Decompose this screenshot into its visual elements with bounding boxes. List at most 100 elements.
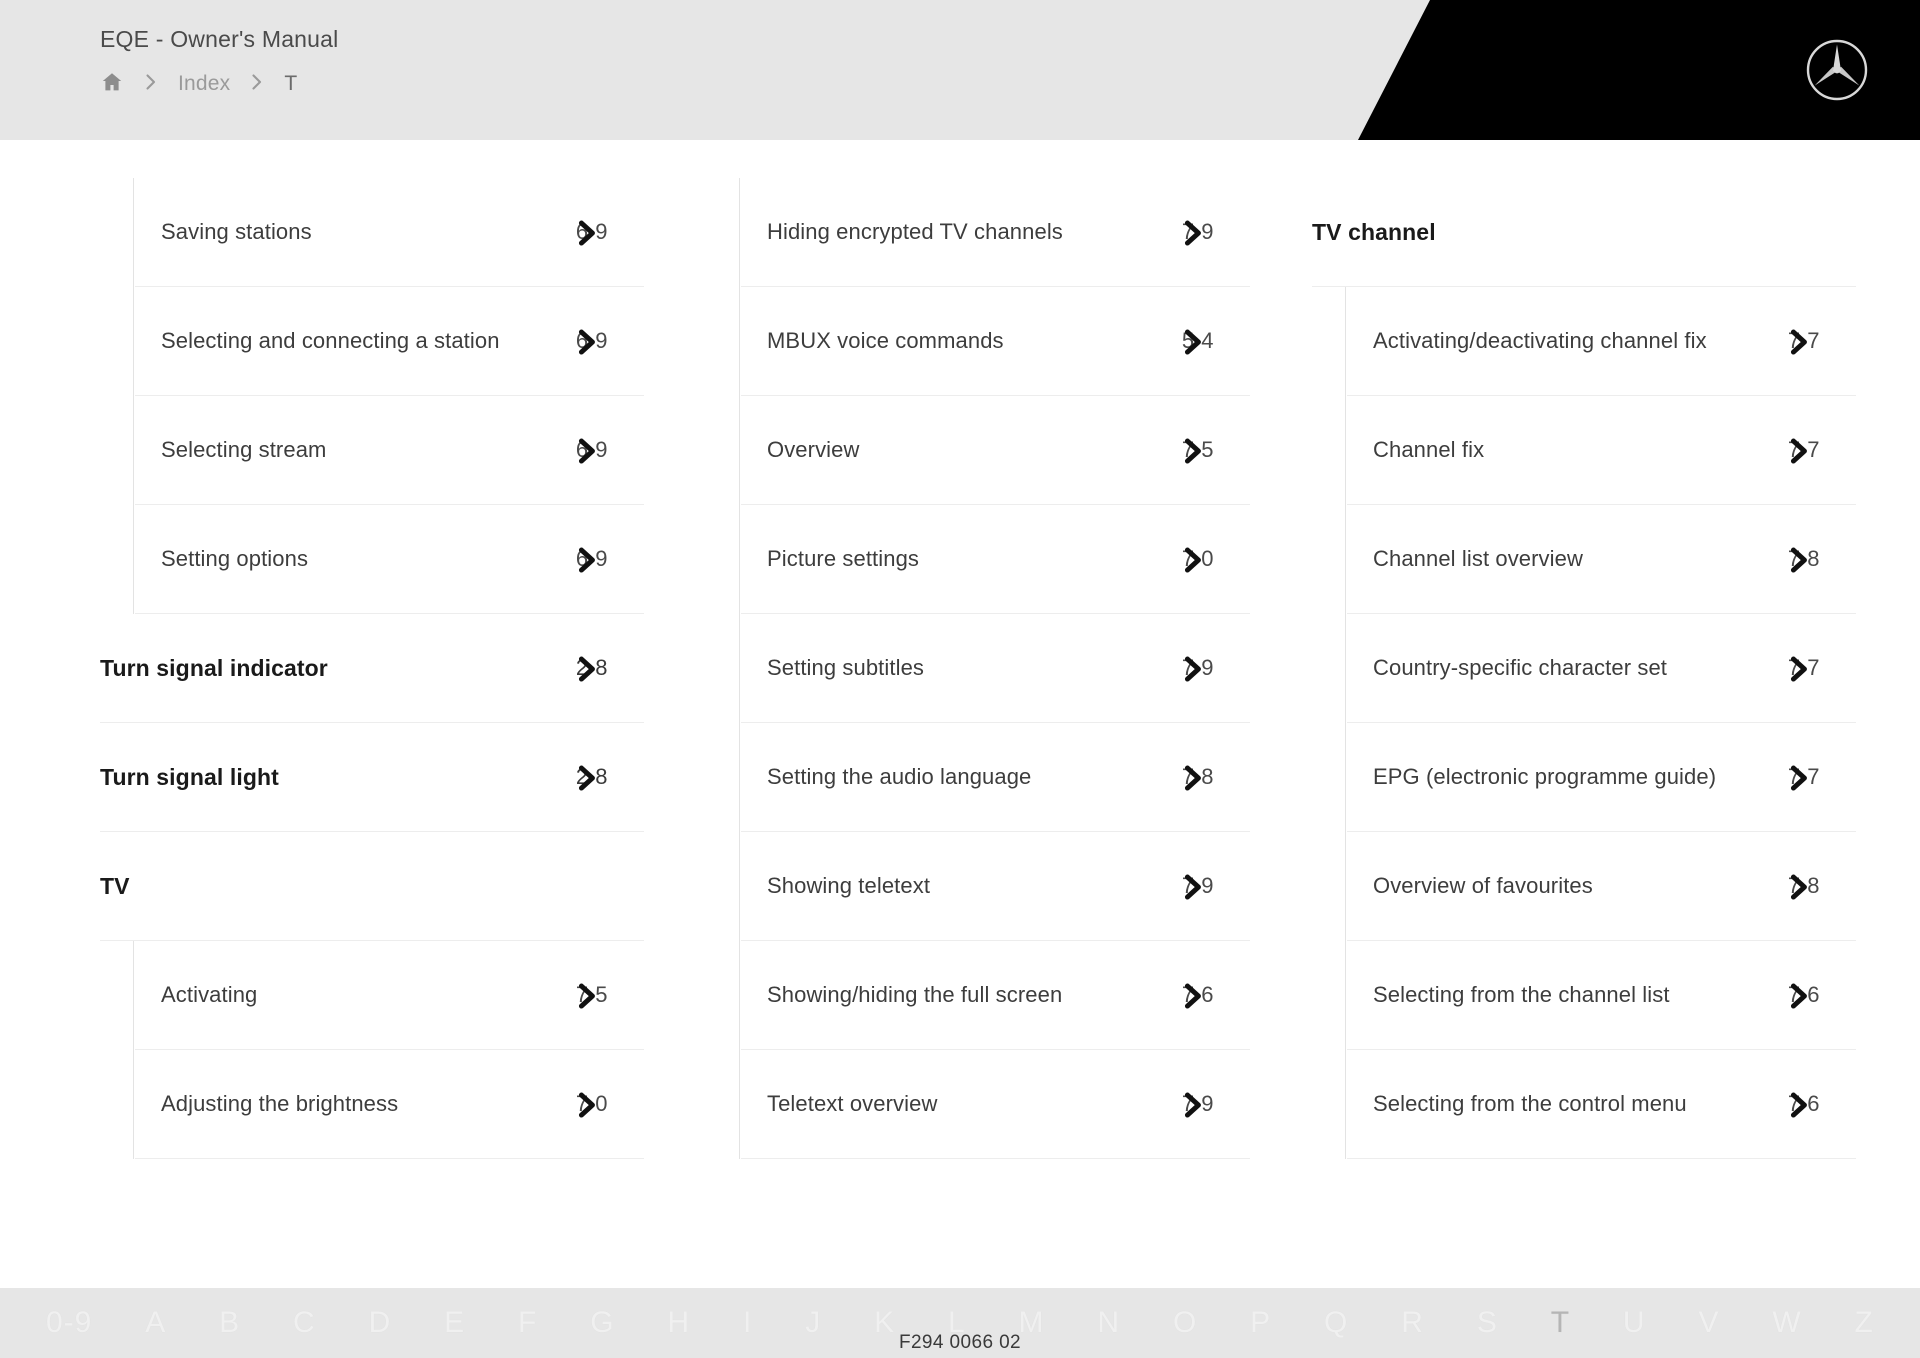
index-entry[interactable]: Setting the audio language 7 8 (741, 723, 1250, 832)
alpha-nav-f[interactable]: F (518, 1306, 537, 1340)
page-number-text: 7 7 (1787, 328, 1820, 353)
alpha-nav-a[interactable]: A (145, 1306, 166, 1340)
alpha-nav-g[interactable]: G (590, 1306, 614, 1340)
breadcrumb-item-index[interactable]: Index (178, 72, 230, 96)
index-heading-entry: TV (100, 832, 644, 941)
alpha-nav-d[interactable]: D (369, 1306, 392, 1340)
alpha-nav-0-9[interactable]: 0-9 (46, 1306, 92, 1340)
index-entry[interactable]: Setting subtitles 7 9 (741, 614, 1250, 723)
index-entry-page: 7 7 (1776, 764, 1820, 791)
alpha-nav-e[interactable]: E (444, 1306, 465, 1340)
index-entry-label: Turn signal indicator (100, 654, 328, 681)
index-entry-label: Setting the audio language (767, 764, 1032, 789)
index-entry[interactable]: Setting options 6 9 (135, 505, 644, 614)
index-entry-label: TV channel (1312, 218, 1436, 245)
alpha-nav-w[interactable]: W (1772, 1306, 1801, 1340)
index-entry[interactable]: Activating 7 5 (135, 941, 644, 1050)
index-heading-entry[interactable]: Turn signal light 2 8 (100, 723, 644, 832)
index-columns: Saving stations 6 9 Selecting and connec… (0, 178, 1920, 1159)
alpha-nav-j[interactable]: J (805, 1306, 821, 1340)
index-entry[interactable]: Channel list overview 7 8 (1347, 505, 1856, 614)
home-icon[interactable] (100, 70, 124, 99)
page-number-text: 7 8 (1787, 873, 1820, 898)
index-entry[interactable]: Saving stations 6 9 (135, 178, 644, 287)
index-entry-page: 7 7 (1776, 655, 1820, 682)
alpha-nav-i[interactable]: I (743, 1306, 752, 1340)
index-entry-label: Overview (767, 437, 860, 462)
alpha-nav-k[interactable]: K (874, 1306, 895, 1340)
index-entry-page: 6 9 (564, 437, 608, 464)
alpha-nav-v[interactable]: V (1698, 1306, 1719, 1340)
alpha-nav-p[interactable]: P (1250, 1306, 1271, 1340)
index-entry-label: Hiding encrypted TV channels (767, 219, 1063, 244)
index-entry-label: Adjusting the brightness (161, 1091, 399, 1116)
index-entry[interactable]: Activating/deactivating channel fix 7 7 (1347, 287, 1856, 396)
index-entry-label: Selecting stream (161, 437, 327, 462)
page-number-text: 6 9 (575, 219, 608, 244)
index-entry[interactable]: Showing/hiding the full screen 7 6 (741, 941, 1250, 1050)
index-heading-entry: TV channel (1312, 178, 1856, 287)
index-entry-page: 6 9 (564, 328, 608, 355)
index-entry[interactable]: Showing teletext 7 9 (741, 832, 1250, 941)
header-text-group: EQE - Owner's Manual Index T (100, 26, 338, 99)
page-number-text: 7 9 (1181, 219, 1214, 244)
page-number-text: 6 9 (575, 546, 608, 571)
index-entry[interactable]: Teletext overview 7 9 (741, 1050, 1250, 1159)
index-entry[interactable]: Adjusting the brightness 7 0 (135, 1050, 644, 1159)
index-subgroup: Saving stations 6 9 Selecting and connec… (133, 178, 644, 614)
index-entry[interactable]: Country-specific character set 7 7 (1347, 614, 1856, 723)
alpha-nav-s[interactable]: S (1477, 1306, 1498, 1340)
index-entry[interactable]: Overview 7 5 (741, 396, 1250, 505)
index-entry-page: 2 8 (564, 764, 608, 791)
index-subgroup: Hiding encrypted TV channels 7 9 MBUX vo… (739, 178, 1250, 1159)
alpha-nav-u[interactable]: U (1623, 1306, 1646, 1340)
index-entry[interactable]: MBUX voice commands 5 4 (741, 287, 1250, 396)
index-entry-label: EPG (electronic programme guide) (1373, 764, 1717, 789)
alpha-nav-q[interactable]: Q (1324, 1306, 1348, 1340)
alpha-nav-m[interactable]: M (1019, 1306, 1045, 1340)
index-entry-label: TV (100, 872, 130, 899)
index-entry[interactable]: Overview of favourites 7 8 (1347, 832, 1856, 941)
alpha-nav-h[interactable]: H (667, 1306, 690, 1340)
breadcrumb-item-t[interactable]: T (284, 72, 297, 96)
page-number-text: 2 8 (575, 655, 608, 680)
alpha-nav-o[interactable]: O (1173, 1306, 1197, 1340)
index-entry-page: 7 0 (564, 1091, 608, 1118)
index-entry[interactable]: Selecting stream 6 9 (135, 396, 644, 505)
page-number-text: 7 7 (1787, 764, 1820, 789)
index-entry-page: 7 0 (1170, 546, 1214, 573)
index-entry[interactable]: Picture settings 7 0 (741, 505, 1250, 614)
index-entry[interactable]: Selecting from the channel list 7 6 (1347, 941, 1856, 1050)
index-entry[interactable]: Selecting and connecting a station 6 9 (135, 287, 644, 396)
index-entry[interactable]: EPG (electronic programme guide) 7 7 (1347, 723, 1856, 832)
page-number-text: 5 4 (1181, 328, 1214, 353)
index-entry-label: Activating/deactivating channel fix (1373, 328, 1707, 353)
alpha-nav-n[interactable]: N (1097, 1306, 1120, 1340)
alpha-nav-b[interactable]: B (219, 1306, 240, 1340)
alpha-nav-z[interactable]: Z (1855, 1306, 1874, 1340)
page-number-text: 2 8 (575, 764, 608, 789)
index-entry-label: Showing/hiding the full screen (767, 982, 1063, 1007)
index-entry[interactable]: Channel fix 7 7 (1347, 396, 1856, 505)
page-number-text: 7 7 (1787, 437, 1820, 462)
alpha-nav-r[interactable]: R (1401, 1306, 1424, 1340)
index-entry-label: Channel list overview (1373, 546, 1583, 571)
index-entry-label: MBUX voice commands (767, 328, 1004, 353)
page-number-text: 7 6 (1787, 982, 1820, 1007)
index-entry-page: 7 8 (1776, 546, 1820, 573)
index-entry-page: 7 9 (1170, 873, 1214, 900)
index-heading-entry[interactable]: Turn signal indicator 2 8 (100, 614, 644, 723)
alpha-nav-t[interactable]: T (1551, 1306, 1570, 1340)
alpha-nav-c[interactable]: C (293, 1306, 316, 1340)
index-entry-label: Teletext overview (767, 1091, 938, 1116)
index-entry-label: Selecting and connecting a station (161, 328, 500, 353)
index-entry[interactable]: Selecting from the control menu 7 6 (1347, 1050, 1856, 1159)
page-number-text: 6 9 (575, 437, 608, 462)
page-number-text: 7 7 (1787, 655, 1820, 680)
breadcrumb: Index T (100, 69, 338, 99)
chevron-right-icon-2 (247, 72, 267, 97)
index-entry[interactable]: Hiding encrypted TV channels 7 9 (741, 178, 1250, 287)
index-entry-page: 7 7 (1776, 328, 1820, 355)
index-entry-page: 7 6 (1776, 982, 1820, 1009)
index-entry-page: 7 5 (1170, 437, 1214, 464)
